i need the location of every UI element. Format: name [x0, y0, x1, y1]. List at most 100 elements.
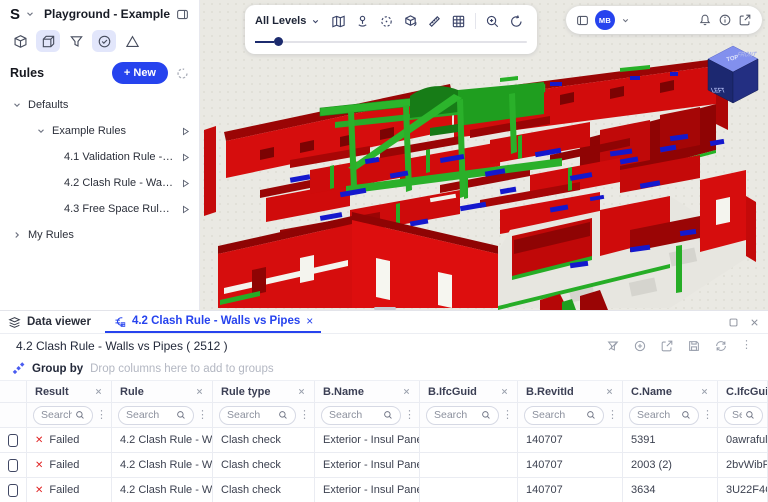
c-ifcguid-value: 3U22F4GIz	[718, 478, 768, 502]
avatar[interactable]: MB	[595, 10, 615, 30]
box-icon[interactable]	[8, 30, 32, 52]
search-pill	[426, 406, 499, 425]
tab-clash-rule[interactable]: 4.2 Clash Rule - Walls vs Pipes ×	[105, 311, 321, 333]
tree-item-example-rules[interactable]: Example Rules	[0, 118, 199, 144]
remove-column-icon[interactable]	[297, 387, 306, 396]
row-checkbox[interactable]	[8, 459, 18, 472]
c-name-value: 5391	[623, 428, 718, 453]
kebab-menu-icon[interactable]: ⋮	[741, 340, 752, 351]
triangle-icon[interactable]	[120, 30, 144, 52]
column-header[interactable]: B.IfcGuid	[428, 386, 477, 398]
sidebar-collapse-icon[interactable]	[176, 8, 189, 21]
column-menu-icon[interactable]: ⋮	[96, 410, 107, 421]
circle-plus-icon[interactable]	[633, 339, 647, 353]
remove-column-icon[interactable]	[195, 387, 204, 396]
remove-column-icon[interactable]	[500, 387, 509, 396]
bell-icon[interactable]	[698, 13, 712, 27]
column-menu-icon[interactable]: ⋮	[607, 410, 618, 421]
ruleset-icon	[113, 315, 126, 328]
export-icon[interactable]	[660, 339, 674, 353]
focus-icon[interactable]	[379, 14, 394, 29]
run-rule-icon[interactable]	[180, 204, 191, 215]
chevron-down-icon[interactable]	[25, 9, 35, 19]
remove-column-icon[interactable]	[700, 387, 709, 396]
app-logo[interactable]: S	[10, 6, 20, 23]
chevron-down-icon[interactable]	[36, 126, 46, 136]
tree-item-label: 4.2 Clash Rule - Walls vs Pipes	[64, 177, 174, 189]
run-rule-icon[interactable]	[180, 178, 191, 189]
walkthrough-icon[interactable]	[355, 14, 370, 29]
column-header[interactable]: Rule type	[221, 386, 271, 398]
remove-column-icon[interactable]	[94, 387, 103, 396]
navigation-cube[interactable]: TOP LEFT FRONT	[702, 42, 764, 106]
tree-item-rule-42[interactable]: 4.2 Clash Rule - Walls vs Pipes	[0, 170, 199, 196]
tree-item-rule-43[interactable]: 4.3 Free Space Rule - Door Swing Test	[0, 196, 199, 222]
filter-off-icon[interactable]	[606, 339, 620, 353]
grid-icon[interactable]	[451, 14, 466, 29]
refresh-icon[interactable]	[714, 339, 728, 353]
b-ifcguid-value	[420, 428, 518, 453]
table-row[interactable]: ✕Failed 4.2 Clash Rule - Walls vs... Cla…	[0, 478, 768, 502]
panel-resize-handle[interactable]	[374, 307, 396, 310]
b-revitid-value: 140707	[518, 478, 623, 502]
map-icon[interactable]	[331, 14, 346, 29]
save-icon[interactable]	[687, 339, 701, 353]
check-circle-icon[interactable]	[92, 30, 116, 52]
search-input[interactable]	[126, 409, 173, 421]
maximize-icon[interactable]	[728, 317, 739, 328]
cube-front-label: FRONT	[736, 51, 758, 58]
level-slider-knob[interactable]	[274, 37, 283, 46]
tree-item-defaults[interactable]: Defaults	[0, 92, 199, 118]
levels-dropdown[interactable]: All Levels	[255, 15, 320, 27]
column-header[interactable]: C.Name	[631, 386, 672, 398]
tree-item-my-rules[interactable]: My Rules	[0, 222, 199, 248]
column-header[interactable]: B.RevitId	[526, 386, 574, 398]
search-input[interactable]	[227, 409, 275, 421]
column-menu-icon[interactable]: ⋮	[299, 410, 310, 421]
tab-close-icon[interactable]: ×	[306, 314, 313, 328]
column-header[interactable]: Result	[35, 386, 69, 398]
table-row[interactable]: ✕Failed 4.2 Clash Rule - Walls vs... Cla…	[0, 428, 768, 453]
remove-column-icon[interactable]	[605, 387, 614, 396]
sidebar: S Playground - Example	[0, 0, 200, 310]
search-input[interactable]	[732, 409, 742, 421]
sidebar-collapse-icon[interactable]	[576, 14, 589, 27]
new-rule-button[interactable]: + New	[112, 62, 168, 84]
run-rule-icon[interactable]	[180, 152, 191, 163]
chevron-right-icon[interactable]	[12, 230, 22, 240]
column-menu-icon[interactable]: ⋮	[502, 410, 513, 421]
model-viewport[interactable]: All Levels	[200, 0, 768, 310]
row-checkbox[interactable]	[8, 434, 18, 447]
close-icon[interactable]	[749, 317, 760, 328]
cube-3d-icon[interactable]	[403, 14, 418, 29]
chevron-down-icon[interactable]	[12, 100, 22, 110]
run-rule-icon[interactable]	[180, 126, 191, 137]
search-input[interactable]	[41, 409, 72, 421]
column-menu-icon[interactable]: ⋮	[404, 410, 415, 421]
column-header[interactable]: C.IfcGuid	[726, 386, 768, 398]
remove-column-icon[interactable]	[402, 387, 411, 396]
group-by-bar[interactable]: Group by Drop columns here to add to gro…	[0, 357, 768, 381]
tree-item-label: 4.3 Free Space Rule - Door Swing Test	[64, 203, 174, 215]
column-header[interactable]: Rule	[120, 386, 144, 398]
tree-item-rule-41[interactable]: 4.1 Validation Rule - LoadBearing	[0, 144, 199, 170]
c-name-value: 3634	[623, 478, 718, 502]
measure-icon[interactable]	[427, 14, 442, 29]
filter-icon[interactable]	[64, 30, 88, 52]
search-input[interactable]	[329, 409, 380, 421]
info-icon[interactable]	[718, 13, 732, 27]
zoom-area-icon[interactable]	[485, 14, 500, 29]
search-input[interactable]	[434, 409, 478, 421]
column-header[interactable]: B.Name	[323, 386, 364, 398]
chevron-down-icon[interactable]	[621, 16, 630, 25]
row-checkbox[interactable]	[8, 484, 18, 497]
search-input[interactable]	[532, 409, 583, 421]
table-row[interactable]: ✕Failed 4.2 Clash Rule - Walls vs... Cla…	[0, 453, 768, 478]
reset-view-icon[interactable]	[509, 14, 524, 29]
share-icon[interactable]	[738, 13, 752, 27]
level-slider[interactable]	[255, 41, 527, 43]
model-cube-icon[interactable]	[36, 30, 60, 52]
column-menu-icon[interactable]: ⋮	[702, 410, 713, 421]
column-menu-icon[interactable]: ⋮	[197, 410, 208, 421]
search-input[interactable]	[637, 409, 678, 421]
